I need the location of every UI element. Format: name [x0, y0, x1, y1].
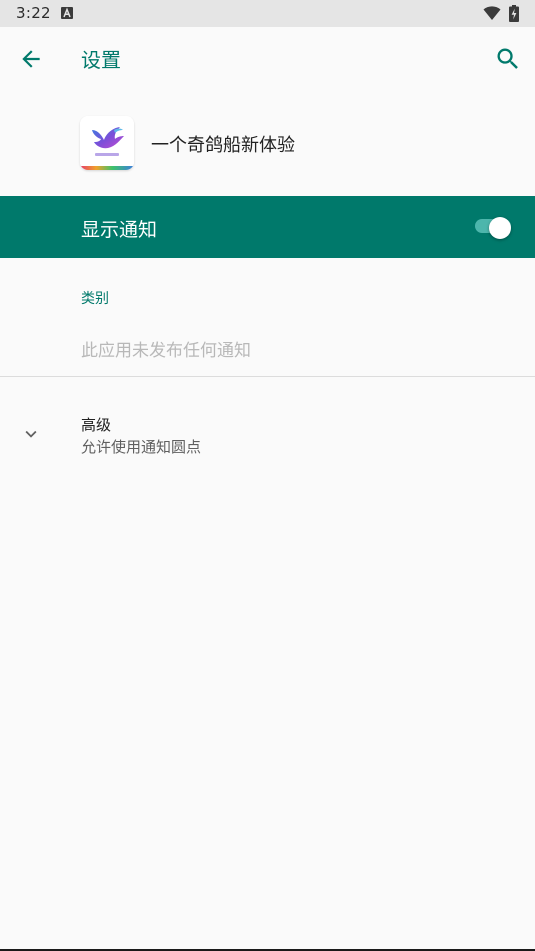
app-header: 一个奇鸽船新体验 — [0, 89, 535, 196]
app-bar: 设置 — [0, 27, 535, 89]
advanced-title: 高级 — [81, 416, 112, 434]
show-notifications-label: 显示通知 — [81, 219, 158, 241]
back-button[interactable] — [18, 46, 44, 72]
arrow-back-icon — [22, 50, 40, 68]
search-button[interactable] — [494, 45, 522, 73]
app-logo-icon — [80, 116, 134, 170]
empty-categories-text: 此应用未发布任何通知 — [81, 341, 251, 361]
advanced-row[interactable]: 高级 允许使用通知圆点 — [0, 396, 535, 470]
app-name: 一个奇鸽船新体验 — [151, 135, 295, 156]
divider — [0, 376, 535, 377]
advanced-summary: 允许使用通知圆点 — [81, 438, 202, 456]
switch-thumb[interactable] — [489, 217, 511, 239]
chevron-down-icon — [20, 423, 42, 449]
wifi-icon — [483, 6, 501, 25]
notification-a-icon — [61, 7, 73, 19]
status-bar: 3:22 — [0, 0, 535, 27]
category-header: 类别 — [81, 291, 109, 307]
page-title: 设置 — [81, 48, 121, 72]
search-icon — [497, 48, 518, 69]
show-notifications-toggle-row[interactable]: 显示通知 — [0, 196, 535, 258]
battery-charging-icon — [509, 5, 519, 26]
status-time: 3:22 — [16, 4, 51, 22]
